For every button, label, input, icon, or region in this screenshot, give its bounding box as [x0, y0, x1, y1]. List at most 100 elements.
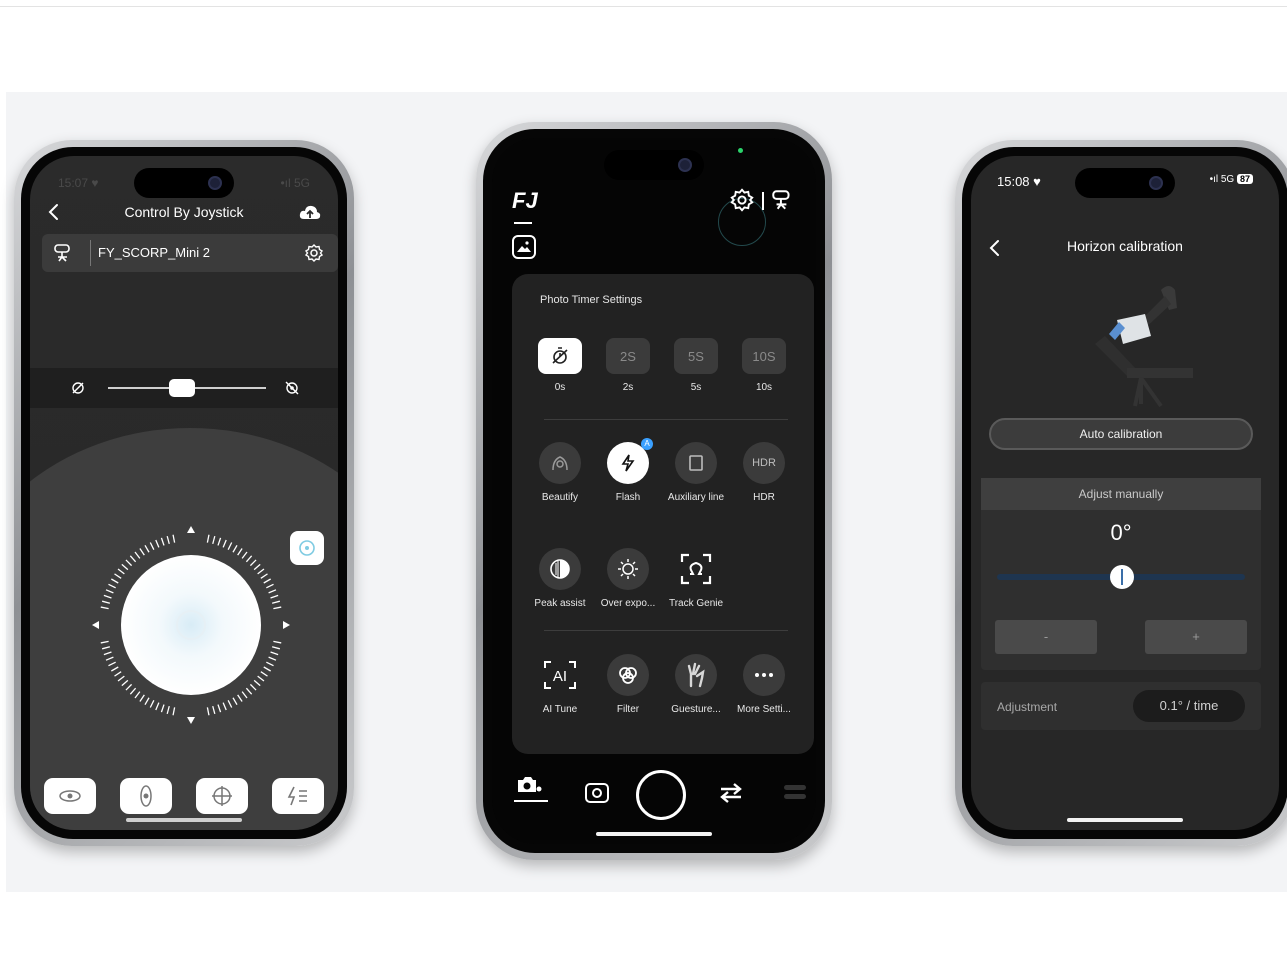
timer-option-2s[interactable]: 2S 2s	[594, 338, 662, 393]
speed-slider[interactable]	[30, 368, 338, 408]
flash-icon: A	[607, 438, 653, 484]
dial-tick	[222, 702, 227, 711]
dial-tick	[268, 589, 277, 594]
timer-off-icon	[538, 338, 582, 374]
dynamic-island	[1075, 168, 1175, 198]
gear-icon[interactable]	[304, 243, 324, 268]
dial-tick	[103, 594, 112, 599]
gallery-icon[interactable]	[512, 235, 536, 259]
beautify-button[interactable]: Beautify	[526, 442, 594, 503]
home-indicator	[596, 832, 712, 836]
camera-mode-icon[interactable]	[516, 774, 542, 801]
menu-more-icon[interactable]	[272, 778, 324, 814]
dial-tick	[270, 594, 279, 599]
adjustment-step-select[interactable]: 0.1° / time	[1133, 690, 1245, 722]
tilt-follow-icon[interactable]	[120, 778, 172, 814]
dial-tick	[249, 559, 257, 567]
dial-tick	[172, 534, 176, 543]
front-camera	[1149, 176, 1163, 190]
dial-tick	[108, 661, 116, 667]
dial-tick	[273, 640, 282, 644]
minus-button[interactable]: -	[995, 620, 1097, 654]
dial-tick	[260, 671, 268, 677]
gesture-button[interactable]: Guesture...	[662, 654, 730, 715]
cloud-upload-icon[interactable]	[298, 202, 322, 224]
timer-label: 5s	[690, 382, 702, 393]
flash-button[interactable]: A Flash	[594, 438, 662, 503]
filter-button[interactable]: Filter	[594, 654, 662, 715]
auto-badge: A	[641, 438, 653, 450]
status-signal: •ıl 5G	[280, 176, 310, 190]
dial-tick	[114, 671, 122, 677]
phone-bezel: FJ Photo Timer Settings 0s 2S 2s 5S 5s 1…	[483, 129, 825, 853]
dial-tick	[139, 694, 145, 702]
dial-tick	[114, 573, 122, 579]
feature-label: Guesture...	[671, 704, 721, 715]
dial-tick	[268, 656, 277, 661]
dial-tick	[273, 606, 282, 610]
gimbal-icon[interactable]	[770, 188, 794, 217]
speed-fast-icon	[284, 380, 300, 401]
hdr-icon: HDR	[743, 442, 785, 484]
feature-label: Track Genie	[668, 598, 724, 609]
dial-tick	[172, 707, 176, 716]
peak-assist-button[interactable]: Peak assist	[526, 548, 594, 609]
device-selector[interactable]: FY_SCORP_Mini 2	[42, 234, 338, 272]
timer-label: 0s	[554, 382, 566, 393]
beautify-icon	[539, 442, 581, 484]
plus-button[interactable]: +	[1145, 620, 1247, 654]
dial-tick	[241, 551, 248, 559]
more-settings-button[interactable]: More Setti...	[730, 654, 798, 715]
dial-tick	[253, 679, 261, 687]
device-name: FY_SCORP_Mini 2	[98, 245, 210, 260]
sun-icon	[607, 548, 649, 590]
slider-thumb[interactable]	[169, 379, 196, 397]
angle-value: 0°	[1110, 520, 1132, 545]
fpv-mode-icon[interactable]	[196, 778, 248, 814]
gear-icon[interactable]	[730, 188, 754, 217]
dial-tick	[134, 551, 141, 559]
grid-icon	[675, 442, 717, 484]
ai-tune-button[interactable]: AI AI Tune	[526, 654, 594, 715]
joystick-screen: 15:07 ♥ •ıl 5G Control By Joystick FY_SC…	[30, 156, 338, 830]
recenter-icon[interactable]	[290, 531, 324, 565]
timer-option-0s[interactable]: 0s	[526, 338, 594, 393]
switch-camera-icon[interactable]	[718, 782, 744, 809]
feature-label: AI Tune	[542, 704, 578, 715]
knob-marker	[1121, 569, 1123, 585]
timer-option-10s[interactable]: 10S 10s	[730, 338, 798, 393]
feature-label: Flash	[615, 492, 641, 503]
dial-tick	[166, 705, 170, 715]
dial-tick	[149, 700, 155, 708]
dial-tick	[227, 542, 233, 550]
pan-follow-icon[interactable]	[44, 778, 96, 814]
dial-tick	[125, 559, 133, 567]
dial-tick	[232, 697, 238, 705]
joystick-icon[interactable]	[86, 520, 296, 730]
auto-calibration-button[interactable]: Auto calibration	[989, 418, 1253, 450]
angle-slider-thumb[interactable]	[1110, 565, 1134, 589]
phone-camera-settings: FJ Photo Timer Settings 0s 2S 2s 5S 5s 1…	[476, 122, 832, 860]
timer-5s-icon: 5S	[674, 338, 718, 374]
home-indicator	[1067, 818, 1183, 822]
dial-tick	[155, 539, 160, 548]
shutter-button[interactable]	[636, 770, 686, 820]
page-title: Control By Joystick	[124, 204, 244, 220]
auxiliary-line-button[interactable]: Auxiliary line	[662, 442, 730, 503]
hdr-button[interactable]: HDR HDR	[730, 442, 798, 503]
photo-icon[interactable]	[584, 782, 610, 809]
over-exposure-button[interactable]: Over expo...	[594, 548, 662, 609]
phone-joystick-control: 15:07 ♥ •ıl 5G Control By Joystick FY_SC…	[14, 140, 354, 846]
active-mode-underline	[514, 800, 548, 802]
track-genie-icon	[675, 548, 717, 590]
timer-2s-icon: 2S	[606, 338, 650, 374]
track-genie-button[interactable]: Track Genie	[662, 548, 730, 609]
dial-tick	[253, 563, 261, 571]
status-right: •ıl 5G 87	[1210, 174, 1253, 185]
phone-bezel: 15:08 ♥ •ıl 5G 87 Horizon calibration Au…	[962, 147, 1287, 839]
dial-tick	[129, 687, 137, 695]
toggle-icon[interactable]	[782, 782, 808, 809]
timer-option-5s[interactable]: 5S 5s	[662, 338, 730, 393]
status-time: 15:08 ♥	[997, 174, 1041, 189]
dial-tick	[134, 691, 141, 699]
